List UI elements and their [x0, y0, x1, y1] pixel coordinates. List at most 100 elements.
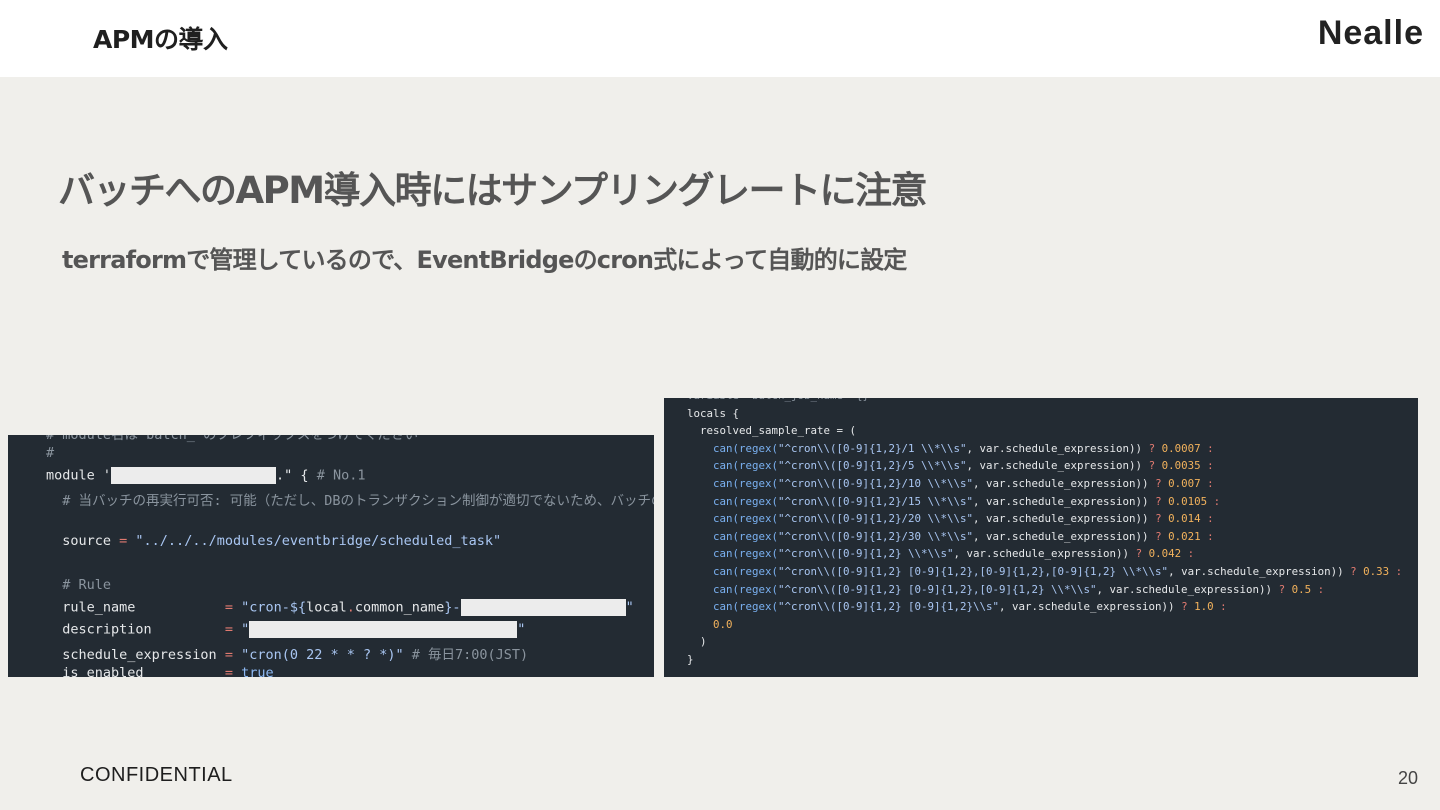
code-token: ." {	[276, 467, 317, 484]
code-token: ?	[1148, 459, 1162, 473]
code-token: :	[1311, 582, 1325, 596]
code-token: regex(	[739, 459, 779, 473]
code-token: ?	[1148, 441, 1162, 455]
code-token: , var.schedule_expression))	[966, 441, 1149, 455]
code-line: locals {	[687, 407, 739, 420]
code-token: "../../../modules/eventbridge/scheduled_…	[135, 533, 502, 549]
code-token: :	[1200, 529, 1214, 543]
code-token: can(	[687, 494, 740, 508]
code-token: regex(	[739, 582, 779, 596]
code-token: # 当バッチの再実行可否: 可能（ただし、DBのトランザクション制御が適切でない…	[46, 493, 654, 509]
code-line: schedule_expression = "cron(0 22 * * ? *…	[46, 643, 528, 663]
slide-title: バッチへのAPM導入時にはサンプリングレートに注意	[58, 169, 927, 212]
code-token: can(	[687, 582, 740, 596]
code-token: , var.schedule_expression))	[966, 459, 1149, 473]
code-token: "^cron\\([0-9]{1,2}/10 \\*\\s"	[778, 477, 974, 490]
code-token: can(	[687, 600, 740, 614]
code-line: can(regex("^cron\\([0-9]{1,2}/15 \\*\\s"…	[687, 495, 1220, 508]
page-number: 20	[1397, 768, 1418, 788]
code-token: 0.33	[1363, 565, 1390, 578]
code-token: =	[224, 647, 242, 663]
code-token: description	[46, 621, 225, 638]
code-token: 0.0007	[1161, 441, 1201, 455]
code-line: resolved_sample_rate = (	[687, 424, 856, 437]
code-token: :	[1200, 441, 1214, 455]
code-token: can(	[687, 459, 740, 473]
code-token: regex(	[739, 494, 779, 508]
code-token: regex(	[739, 441, 779, 455]
code-line: )	[687, 635, 707, 648]
terraform-locals-code-screenshot: variable "batch_job_name" {} locals { res…	[664, 398, 1418, 677]
code-token: is_enabled	[46, 665, 225, 677]
code-token: regex(	[739, 477, 779, 490]
code-line: rule_name = "cron-${local.common_name}- "	[46, 599, 634, 616]
code-line: variable "batch_job_name" {}	[687, 398, 869, 402]
code-token: 0.5	[1291, 582, 1312, 596]
code-token: :	[1200, 459, 1214, 473]
code-line: can(regex("^cron\\([0-9]{1,2} \\*\\s", v…	[687, 547, 1194, 560]
confidential-label: CONFIDENTIAL	[80, 764, 233, 786]
code-token: }-	[444, 599, 461, 616]
code-token: "^cron\\([0-9]{1,2}/30 \\*\\s"	[778, 529, 974, 543]
code-token: variable "batch_job_name" {}	[687, 398, 869, 402]
code-token: can(	[687, 565, 740, 578]
code-token: ?	[1278, 582, 1292, 596]
code-token: regex(	[739, 512, 779, 526]
code-line: # 当バッチの再実行可否: 可能（ただし、DBのトランザクション制御が適切でない…	[46, 489, 654, 509]
code-token: can(	[687, 512, 740, 526]
code-token: 0.014	[1168, 512, 1201, 526]
code-token: =	[224, 599, 242, 616]
code-line: can(regex("^cron\\([0-9]{1,2}/20 \\*\\s"…	[687, 512, 1214, 525]
code-token: "^cron\\([0-9]{1,2} [0-9]{1,2}\\s"	[778, 600, 1000, 614]
code-token: can(	[687, 441, 740, 455]
code-token: can(	[687, 529, 740, 543]
code-token: rule_name	[46, 599, 225, 616]
redacted-text	[249, 621, 518, 638]
code-token: "cron-${	[241, 599, 307, 616]
code-token: ?	[1181, 600, 1195, 614]
code-token: ?	[1155, 529, 1169, 543]
code-token: 0.042	[1148, 547, 1182, 561]
code-line: #	[46, 445, 54, 461]
code-line: can(regex("^cron\\([0-9]{1,2} [0-9]{1,2}…	[687, 600, 1227, 613]
slide-header: APMの導入 Nealle	[0, 0, 1440, 77]
code-token: regex(	[739, 600, 779, 614]
code-token: :	[1207, 494, 1221, 508]
code-token: "^cron\\([0-9]{1,2}/1 \\*\\s"	[778, 441, 967, 455]
code-token: :	[1389, 565, 1403, 578]
code-token: regex(	[739, 565, 779, 578]
code-token: }	[687, 653, 694, 666]
code-token: "^cron\\([0-9]{1,2}/5 \\*\\s"	[778, 459, 967, 473]
code-token: "^cron\\([0-9]{1,2}/15 \\*\\s"	[778, 494, 974, 508]
code-token: ?	[1155, 512, 1169, 526]
code-token: :	[1200, 512, 1214, 526]
code-token: #	[46, 445, 55, 461]
code-line: source = "../../../modules/eventbridge/s…	[46, 533, 501, 549]
code-token: 0.0	[687, 617, 733, 631]
code-token: "	[625, 599, 634, 616]
code-token: 0.007	[1168, 477, 1201, 490]
code-token: # No.1	[316, 467, 366, 484]
code-token: local	[306, 599, 347, 616]
code-token: .	[346, 599, 355, 616]
code-token: can(	[687, 547, 740, 561]
code-line: }	[687, 653, 694, 666]
code-token: =	[224, 665, 242, 677]
code-token: :	[1181, 547, 1195, 561]
code-token: module	[46, 467, 103, 484]
code-line: is_enabled = true	[46, 665, 273, 677]
code-token: ?	[1350, 565, 1364, 578]
code-token: , var.schedule_expression))	[973, 512, 1156, 526]
code-token: , var.schedule_expression))	[999, 600, 1182, 614]
code-line: can(regex("^cron\\([0-9]{1,2}/5 \\*\\s",…	[687, 459, 1214, 472]
code-token: "^cron\\([0-9]{1,2} [0-9]{1,2},[0-9]{1,2…	[778, 582, 1097, 596]
code-line: # Rule	[46, 577, 111, 593]
code-token: 0.0035	[1161, 459, 1201, 473]
code-token: , var.schedule_expression))	[953, 547, 1136, 561]
code-token: # 毎日7:00(JST)	[403, 647, 529, 663]
code-line: description = " "	[46, 621, 525, 638]
section-title: APMの導入	[93, 25, 228, 54]
code-token: , var.schedule_expression))	[1168, 565, 1351, 578]
code-line: can(regex("^cron\\([0-9]{1,2}/10 \\*\\s"…	[687, 477, 1214, 490]
terraform-module-code-screenshot: # module名は batch_ のプレフィックスをつけてください # modul…	[8, 435, 654, 677]
